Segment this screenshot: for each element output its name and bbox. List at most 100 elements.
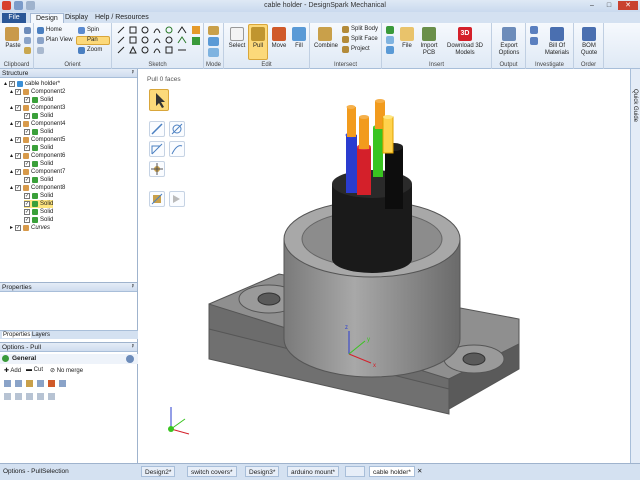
tree-curves[interactable]: ▸ ✓ Curves <box>10 224 50 232</box>
pin-icon[interactable]: ᵖ <box>132 69 134 78</box>
tree-solid[interactable]: ✓ Solid <box>24 192 53 200</box>
copy-icon[interactable] <box>24 37 31 44</box>
tab-help-resources[interactable]: Help / Resources <box>90 13 154 23</box>
option-icon[interactable] <box>26 380 33 387</box>
tab-design[interactable]: Design <box>30 13 64 23</box>
tree-component[interactable]: ▴ ✓ Component5 <box>10 136 65 144</box>
move-icon[interactable] <box>272 27 286 41</box>
doc-tab-design3[interactable]: Design3* <box>245 466 280 477</box>
project-button[interactable]: Project <box>351 46 370 52</box>
app-logo-icon[interactable] <box>2 1 11 10</box>
bom-quote-icon[interactable] <box>582 27 596 41</box>
tree-solid[interactable]: ✓ Solid <box>24 208 53 216</box>
paste-icon[interactable] <box>5 27 19 41</box>
option-icon[interactable] <box>4 380 11 387</box>
home-icon[interactable] <box>37 27 44 34</box>
tree-solid[interactable]: ✓ Solid <box>24 96 53 104</box>
tree-component[interactable]: ▴ ✓ Component8 <box>10 184 65 192</box>
save-icon[interactable] <box>14 1 23 10</box>
tree-component[interactable]: ▴ ✓ Component7 <box>10 168 65 176</box>
tree-component[interactable]: ▴ ✓ Component3 <box>10 104 65 112</box>
tree-solid[interactable]: ✓ Solid <box>24 160 53 168</box>
close-tab-icon[interactable]: ✕ <box>417 467 422 475</box>
tree-solid[interactable]: ✓ Solid <box>24 176 53 184</box>
tree-component[interactable]: ▴ ✓ Component4 <box>10 120 65 128</box>
split-face-button[interactable]: Split Face <box>351 36 378 42</box>
doc-tab-cable-holder[interactable]: cable holder* <box>369 466 415 477</box>
export-options-button[interactable]: Export Options <box>493 43 525 57</box>
cut-option[interactable]: ▬ Cut <box>26 367 43 373</box>
option-icon[interactable] <box>59 380 66 387</box>
option-icon[interactable] <box>48 380 55 387</box>
combine-icon[interactable] <box>318 27 332 41</box>
tree-solid-selected[interactable]: ✓ Solid <box>24 200 54 208</box>
cut-icon[interactable] <box>24 27 31 34</box>
export-icon[interactable] <box>502 27 516 41</box>
minimize-button[interactable]: – <box>584 1 600 10</box>
tree-root[interactable]: ▴ ✓ cable holder* <box>4 80 60 88</box>
option-icon[interactable] <box>48 393 55 400</box>
option-icon[interactable] <box>37 393 44 400</box>
select-icon[interactable] <box>230 27 244 41</box>
option-icon[interactable] <box>15 380 22 387</box>
option-icon[interactable] <box>26 393 33 400</box>
plan-view-button[interactable]: Plan View <box>46 37 73 43</box>
sketch-tools-icons[interactable] <box>112 25 204 61</box>
format-painter-icon[interactable] <box>24 47 31 54</box>
spin-icon[interactable] <box>78 27 85 34</box>
import-pcb-button[interactable]: Import PCB <box>416 43 442 57</box>
split-face-icon[interactable] <box>342 36 349 43</box>
zoom-button[interactable]: Zoom <box>87 47 102 53</box>
maximize-button[interactable]: □ <box>601 1 617 10</box>
collapse-icon[interactable] <box>126 355 134 363</box>
fill-icon[interactable] <box>292 27 306 41</box>
3d-mode-icon[interactable] <box>208 48 219 57</box>
tree-solid[interactable]: ✓ Solid <box>24 216 53 224</box>
split-body-button[interactable]: Split Body <box>351 26 378 32</box>
3d-models-icon[interactable]: 3D <box>458 27 472 41</box>
zoom-icon[interactable] <box>78 47 85 54</box>
sketch-mode-icon[interactable] <box>208 26 219 35</box>
paste-button[interactable]: Paste <box>2 43 24 50</box>
measure-icon[interactable] <box>530 26 538 34</box>
file-insert-button[interactable]: File <box>396 43 418 50</box>
cylinder-icon[interactable] <box>386 26 394 34</box>
home-button[interactable]: Home <box>46 27 62 33</box>
tab-properties[interactable]: Properties <box>2 332 32 338</box>
doc-tab-switch-covers[interactable]: switch covers* <box>187 466 237 477</box>
quick-guide-tab[interactable]: Quick Guide <box>630 69 640 463</box>
no-merge-option[interactable]: ⊘ No merge <box>50 367 83 374</box>
pin-icon[interactable]: ᵖ <box>132 343 134 352</box>
section-mode-icon[interactable] <box>208 37 219 46</box>
project-icon[interactable] <box>342 46 349 53</box>
doc-tab-design2[interactable]: Design2* <box>141 466 176 477</box>
view-icon[interactable] <box>37 47 44 54</box>
add-option[interactable]: ✚ Add <box>4 367 21 374</box>
status-options-pull[interactable]: Options - Pull <box>3 468 42 475</box>
select-button[interactable]: Select <box>226 43 248 50</box>
bom-icon[interactable] <box>550 27 564 41</box>
option-icon[interactable] <box>4 393 11 400</box>
tree-solid[interactable]: ✓ Solid <box>24 144 53 152</box>
tree-solid[interactable]: ✓ Solid <box>24 128 53 136</box>
undo-icon[interactable] <box>26 1 35 10</box>
close-button[interactable]: ✕ <box>618 1 638 10</box>
option-icon[interactable] <box>15 393 22 400</box>
combine-button[interactable]: Combine <box>311 43 341 50</box>
bom-quote-button[interactable]: BOM Quote <box>575 43 603 57</box>
design-viewport[interactable]: Pull 0 faces z x y <box>139 69 630 463</box>
tab-display[interactable]: Display <box>60 13 93 23</box>
doc-tab-unnamed[interactable] <box>345 466 365 477</box>
doc-tab-arduino-mount[interactable]: arduino mount* <box>287 466 340 477</box>
pin-icon[interactable]: ᵖ <box>132 283 134 292</box>
move-button[interactable]: Move <box>268 43 290 50</box>
status-selection[interactable]: Selection <box>42 468 69 475</box>
tree-component[interactable]: ▴ ✓ Component6 <box>10 152 65 160</box>
tab-file[interactable]: File <box>2 13 26 23</box>
tab-layers[interactable]: Layers <box>32 332 50 338</box>
import-pcb-icon[interactable] <box>422 27 436 41</box>
download-3d-models-button[interactable]: Download 3D Models <box>444 43 486 57</box>
split-body-icon[interactable] <box>342 26 349 33</box>
bill-of-materials-button[interactable]: Bill Of Materials <box>540 43 574 57</box>
option-icon[interactable] <box>37 380 44 387</box>
